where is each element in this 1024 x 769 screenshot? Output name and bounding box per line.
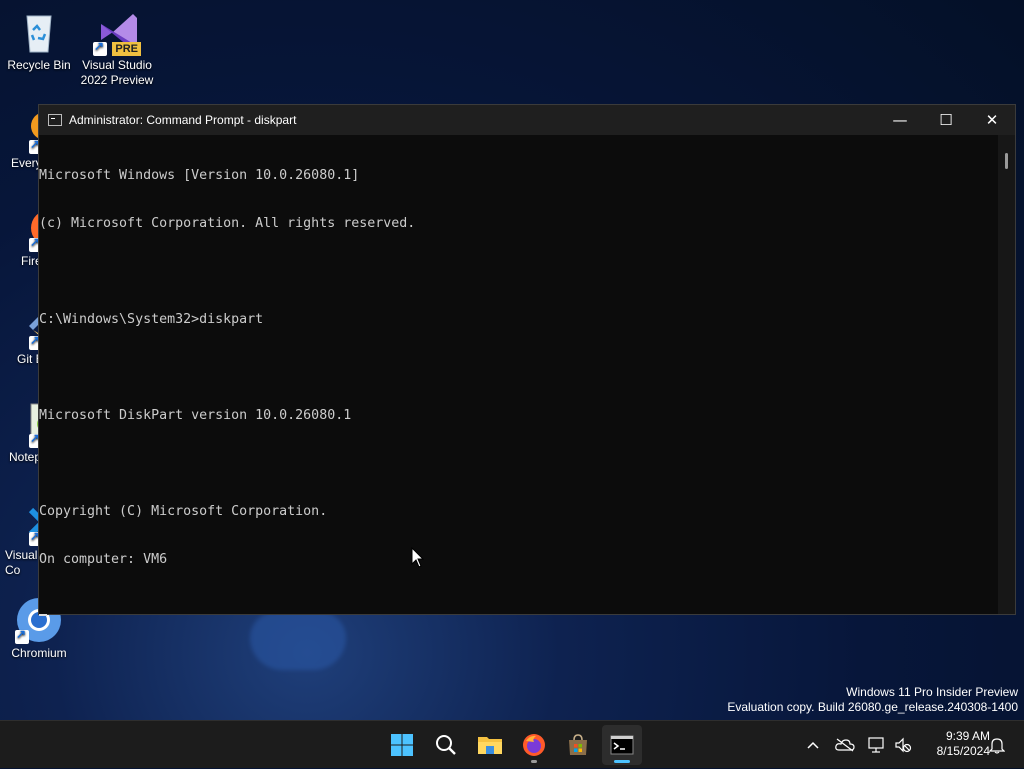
- close-button[interactable]: ✕: [969, 105, 1015, 135]
- desktop-icon-visual-studio-preview[interactable]: PRE Visual Studio 2022 Preview: [79, 8, 155, 88]
- taskbar-firefox[interactable]: [514, 725, 554, 765]
- shortcut-arrow-icon: [93, 39, 107, 56]
- network-icon: [868, 737, 884, 753]
- start-button[interactable]: [382, 725, 422, 765]
- text-cursor: [39, 614, 47, 616]
- volume-tray-button[interactable]: [892, 721, 914, 769]
- mouse-pointer-icon: [411, 546, 425, 573]
- desktop-icon-label: Visual Studio 2022 Preview: [80, 58, 154, 87]
- bell-icon: [989, 738, 1005, 754]
- console-input-line[interactable]: [39, 600, 998, 616]
- desktop-icon-label: Visual Co: [5, 548, 38, 577]
- recycle-bin-icon: [15, 8, 63, 56]
- show-hidden-icons-button[interactable]: [802, 721, 824, 769]
- desktop-icon-label: Chromium: [11, 646, 67, 660]
- console-line: C:\Windows\System32>diskpart: [39, 312, 264, 327]
- taskbar: 9:39 AM 8/15/2024: [0, 720, 1024, 768]
- search-icon: [436, 735, 456, 755]
- terminal-icon: [610, 735, 634, 755]
- running-indicator: [531, 760, 537, 763]
- vertical-scrollbar[interactable]: [998, 135, 1015, 614]
- shortcut-arrow-icon: [15, 627, 29, 644]
- windows-logo-icon: [391, 734, 413, 756]
- taskbar-file-explorer[interactable]: [470, 725, 510, 765]
- onedrive-offline-icon: [835, 738, 855, 752]
- network-tray-button[interactable]: [866, 721, 888, 769]
- active-indicator: [614, 760, 630, 763]
- visual-studio-icon: PRE: [93, 8, 141, 56]
- taskbar-command-prompt[interactable]: [602, 725, 642, 765]
- onedrive-tray-button[interactable]: [834, 721, 856, 769]
- chevron-up-icon: [807, 741, 819, 749]
- console-output[interactable]: Microsoft Windows [Version 10.0.26080.1]…: [39, 135, 998, 616]
- desktop-icon-label: Recycle Bin: [7, 58, 71, 72]
- window-titlebar[interactable]: Administrator: Command Prompt - diskpart…: [39, 105, 1015, 135]
- cmd-icon: [48, 114, 62, 126]
- notifications-button[interactable]: [986, 721, 1008, 769]
- console-line: Copyright (C) Microsoft Corporation.: [39, 504, 328, 519]
- firefox-icon: [523, 734, 545, 756]
- search-button[interactable]: [426, 725, 466, 765]
- folder-icon: [478, 737, 502, 754]
- taskbar-store[interactable]: [558, 725, 598, 765]
- preview-badge: PRE: [112, 42, 141, 56]
- minimize-button[interactable]: —: [877, 105, 923, 135]
- close-icon: ✕: [985, 111, 999, 129]
- maximize-button[interactable]: ☐: [923, 105, 969, 135]
- console-line: On computer: VM6: [39, 552, 168, 567]
- volume-muted-icon: [895, 737, 912, 753]
- desktop-icon-recycle-bin[interactable]: Recycle Bin: [1, 8, 77, 73]
- evaluation-watermark: Windows 11 Pro Insider Preview Evaluatio…: [727, 685, 1018, 715]
- scrollbar-thumb[interactable]: [1005, 153, 1008, 169]
- command-prompt-window[interactable]: Administrator: Command Prompt - diskpart…: [38, 104, 1016, 616]
- maximize-icon: ☐: [939, 111, 953, 129]
- console-line: Microsoft Windows [Version 10.0.26080.1]: [39, 168, 360, 183]
- clock-time: 9:39 AM: [945, 729, 990, 743]
- watermark-edition: Windows 11 Pro Insider Preview: [846, 685, 1018, 699]
- console-line: Microsoft DiskPart version 10.0.26080.1: [39, 408, 352, 423]
- minimize-icon: —: [892, 111, 908, 129]
- window-title: Administrator: Command Prompt - diskpart: [69, 113, 297, 127]
- desktop: Recycle Bin PRE Visual Studio 2022 Previ…: [0, 0, 1024, 720]
- console-line: (c) Microsoft Corporation. All rights re…: [39, 216, 416, 231]
- clock-button[interactable]: 9:39 AM 8/15/2024: [918, 729, 990, 759]
- watermark-build: Evaluation copy. Build 26080.ge_release.…: [727, 700, 1018, 714]
- clock-date: 8/15/2024: [936, 744, 990, 758]
- store-icon: [569, 734, 587, 755]
